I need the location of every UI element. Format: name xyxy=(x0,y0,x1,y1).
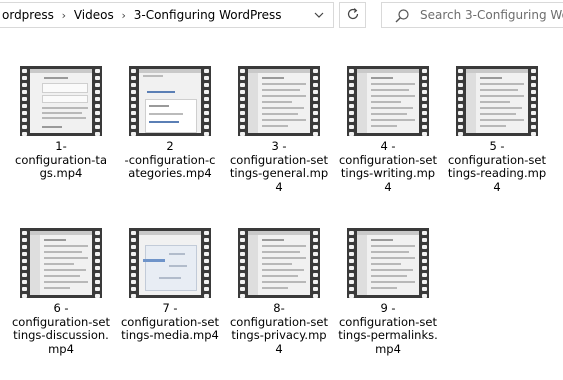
film-perforation xyxy=(422,231,427,298)
file-name-label: 8- configuration-set tings-privacy.mp 4 xyxy=(229,301,328,356)
video-thumbnail-icon xyxy=(129,66,211,136)
video-frame-preview xyxy=(357,231,419,295)
video-thumbnail-icon xyxy=(238,228,320,298)
breadcrumb: ordpress › Videos › 3-Configuring WordPress xyxy=(0,3,285,29)
film-perforation xyxy=(95,69,100,136)
film-perforation xyxy=(349,231,354,298)
film-perforation xyxy=(240,69,245,136)
video-frame-preview xyxy=(139,231,201,295)
refresh-button[interactable] xyxy=(339,2,366,28)
chevron-down-icon[interactable] xyxy=(309,3,329,27)
chevron-right-icon[interactable]: › xyxy=(117,3,131,28)
search-icon xyxy=(394,8,410,24)
video-thumbnail-icon xyxy=(238,66,320,136)
film-perforation xyxy=(422,69,427,136)
file-name-label: 2 -configuration-c ategories.mp4 xyxy=(124,139,216,180)
video-frame-preview xyxy=(466,69,528,133)
video-thumbnail-icon xyxy=(347,228,429,298)
refresh-icon xyxy=(346,6,360,25)
video-frame-preview xyxy=(139,69,201,133)
video-frame-preview xyxy=(30,231,92,295)
film-perforation xyxy=(95,231,100,298)
film-perforation xyxy=(22,231,27,298)
video-frame-preview xyxy=(248,231,310,295)
address-bar[interactable]: ordpress › Videos › 3-Configuring WordPress xyxy=(0,2,334,28)
film-perforation xyxy=(204,231,209,298)
file-name-label: 7 - configuration-set tings-media.mp4 xyxy=(120,301,219,342)
file-name-label: 4 - configuration-set tings-writing.mp 4 xyxy=(338,139,437,194)
video-thumbnail-icon xyxy=(129,228,211,298)
film-perforation xyxy=(131,69,136,136)
film-perforation xyxy=(313,69,318,136)
video-frame-preview xyxy=(357,69,419,133)
breadcrumb-item-videos[interactable]: Videos xyxy=(71,3,117,28)
file-name-label: 5 - configuration-set tings-reading.mp 4 xyxy=(447,139,547,194)
video-frame-preview xyxy=(30,69,92,133)
film-perforation xyxy=(458,69,463,136)
film-perforation xyxy=(131,231,136,298)
film-perforation xyxy=(204,69,209,136)
chevron-right-icon[interactable]: › xyxy=(57,3,71,28)
file-name-label: 1- configuration-ta gs.mp4 xyxy=(15,139,107,180)
video-thumbnail-icon xyxy=(20,228,102,298)
breadcrumb-item-current-folder[interactable]: 3-Configuring WordPress xyxy=(131,3,285,28)
file-name-label: 6 - configuration-set tings-discussion. … xyxy=(11,301,110,356)
search-box[interactable] xyxy=(381,2,563,28)
film-perforation xyxy=(240,231,245,298)
film-perforation xyxy=(349,69,354,136)
video-frame-preview xyxy=(248,69,310,133)
file-name-label: 9 - configuration-set tings-permalinks. … xyxy=(338,301,438,356)
search-input[interactable] xyxy=(420,6,563,24)
breadcrumb-item-wordpress[interactable]: ordpress xyxy=(0,3,57,28)
film-perforation xyxy=(22,69,27,136)
film-perforation xyxy=(313,231,318,298)
video-thumbnail-icon xyxy=(347,66,429,136)
video-thumbnail-icon xyxy=(456,66,538,136)
navigation-bar: ordpress › Videos › 3-Configuring WordPress xyxy=(0,0,563,32)
file-name-label: 3 - configuration-set tings-general.mp 4 xyxy=(229,139,329,194)
film-perforation xyxy=(531,69,536,136)
video-thumbnail-icon xyxy=(20,66,102,136)
